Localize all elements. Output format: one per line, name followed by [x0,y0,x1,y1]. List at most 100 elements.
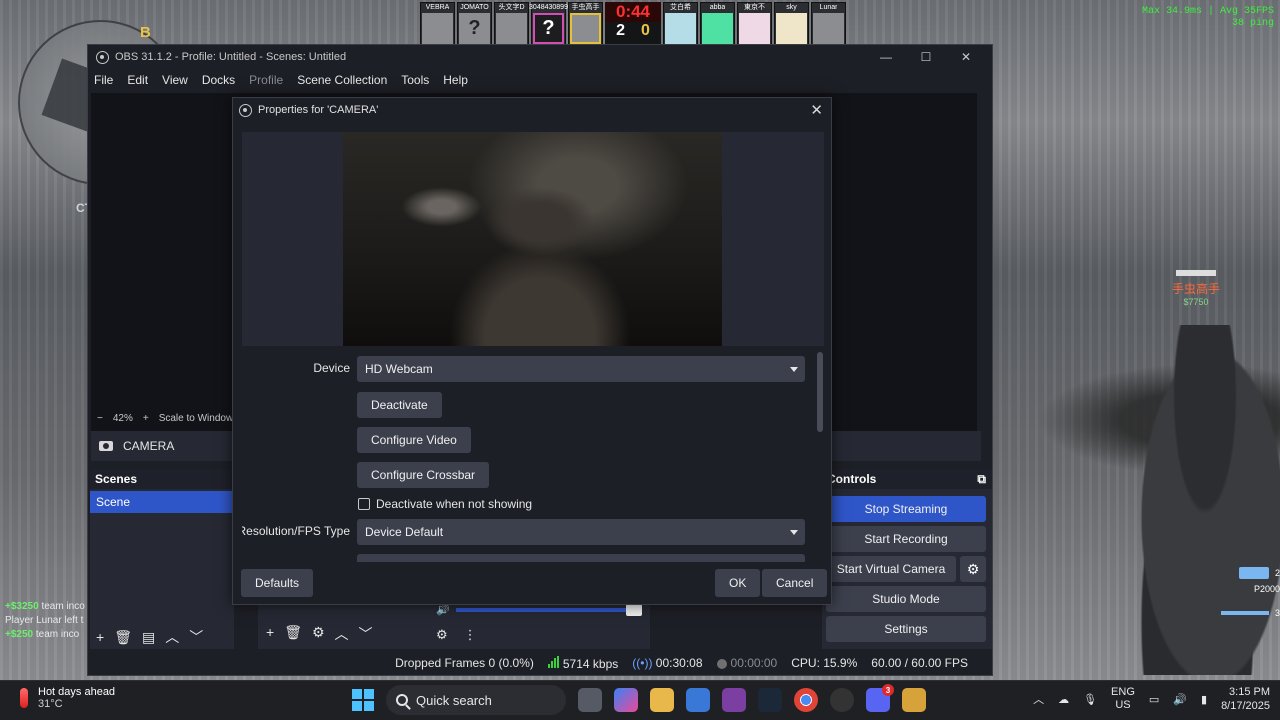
settings-button[interactable]: Settings [826,616,986,642]
undock-icon[interactable]: ⧉ [977,469,986,489]
thermometer-icon [20,688,28,708]
obs-window-title: OBS 31.1.2 - Profile: Untitled - Scenes:… [115,51,347,63]
task-view-icon[interactable] [578,688,602,712]
deactivate-when-hidden-checkbox[interactable]: Deactivate when not showing [358,497,532,511]
cpu-usage: CPU: 15.9% [791,656,858,670]
steam-icon[interactable] [758,688,782,712]
file-explorer-icon[interactable] [650,688,674,712]
chevron-down-icon [783,519,805,545]
microphone-icon[interactable]: 🎙 [1083,693,1097,706]
menu-scene-collection[interactable]: Scene Collection [297,73,387,87]
device-label: Device [313,361,350,375]
menu-docks[interactable]: Docks [202,73,235,87]
move-source-up-icon[interactable]: ︿ [335,624,349,644]
menu-tools[interactable]: Tools [401,73,429,87]
weather-widget[interactable]: Hot days ahead 31°C [20,686,115,710]
add-scene-icon[interactable]: + [96,629,104,645]
zoom-out-button[interactable]: − [97,413,103,424]
hud-player: 3048430899? [529,2,568,46]
language-indicator[interactable]: ENG US [1111,686,1135,712]
cs2-icon[interactable] [902,688,926,712]
source-properties-gear-icon[interactable]: ⚙ [312,624,325,644]
configure-video-button[interactable]: Configure Video [357,427,471,453]
camera-icon [99,441,113,451]
remove-scene-icon[interactable]: 🗑 [114,629,132,646]
controls-dock-title: Controls ⧉ [822,469,992,489]
close-button[interactable]: ✕ [946,47,986,67]
move-down-icon[interactable]: ﹀ [189,627,203,647]
scene-list-item[interactable]: Scene [90,491,234,513]
obs-titlebar[interactable]: OBS 31.1.2 - Profile: Untitled - Scenes:… [88,45,992,69]
stream-icon: ((•)) [632,656,653,670]
volume-icon[interactable]: 🔊 [1173,693,1187,706]
hud-player: sky [774,2,809,46]
virtual-camera-settings-gear-icon[interactable]: ⚙ [960,556,986,582]
studio-mode-button[interactable]: Studio Mode [826,586,986,612]
more-options-icon[interactable]: ⋮ [464,627,477,643]
obs-status-bar: Dropped Frames 0 (0.0%) 5714 kbps ((•)) … [88,651,992,675]
system-tray: ︿ ☁ 🎙 ENG US ▭ 🔊 ▮ 3:15 PM 8/17/2025 [1033,685,1270,713]
zoom-level: 42% [112,412,133,424]
defaults-button[interactable]: Defaults [241,569,314,597]
battery-icon[interactable]: ▮ [1201,693,1207,706]
preview-zoom-bar: − 42% + Scale to Window [91,411,241,425]
start-menu-icon[interactable] [352,689,374,711]
configure-crossbar-button[interactable]: Configure Crossbar [357,462,490,488]
device-select[interactable]: HD Webcam [357,356,805,382]
dialog-close-icon[interactable]: ✕ [810,101,823,119]
chat-feed: +$3250 team inco Player Lunar left t +$2… [5,601,85,640]
knife-icon [1220,611,1269,615]
scale-mode[interactable]: Scale to Window [159,413,233,424]
scenes-dock-title: Scenes [90,469,234,489]
next-property-select[interactable] [357,554,805,562]
menu-view[interactable]: View [162,73,188,87]
minimize-button[interactable]: — [866,47,906,67]
chevron-down-icon [783,356,805,382]
search-icon [396,694,408,706]
remove-source-icon[interactable]: 🗑 [284,624,302,644]
scene-filters-icon[interactable]: ▤ [142,629,155,646]
store-icon[interactable] [686,688,710,712]
record-time: 00:00:00 [716,656,777,670]
menu-help[interactable]: Help [443,73,468,87]
menu-edit[interactable]: Edit [127,73,148,87]
weapon-list: 2 P2000 3 [1200,560,1280,632]
taskbar-search[interactable]: Quick search [386,685,566,715]
cloud-icon[interactable]: ☁ [1058,693,1069,706]
menu-profile[interactable]: Profile [249,73,283,87]
scenes-dock: Scenes Scene + 🗑 ▤ ︿ ﹀ [90,469,234,649]
start-recording-button[interactable]: Start Recording [826,526,986,552]
perf-overlay: Max 34.9ms | Avg 35FPS 38 ping [1141,6,1274,29]
resolution-fps-type-select[interactable]: Device Default [357,519,805,545]
checkbox-box [358,498,370,510]
add-source-icon[interactable]: + [266,624,274,644]
move-source-down-icon[interactable]: ﹀ [359,624,373,644]
maximize-button[interactable]: ☐ [906,47,946,67]
ok-button[interactable]: OK [715,569,761,597]
audio-settings-gear-icon[interactable]: ⚙ [436,627,448,643]
clock[interactable]: 3:15 PM 8/17/2025 [1221,685,1270,713]
obs-logo-icon [96,50,109,64]
hud-player: 東京不 [737,2,772,46]
tray-chevron-icon[interactable]: ︿ [1033,691,1044,707]
obs-icon[interactable] [830,688,854,712]
volume-slider-handle[interactable] [625,603,642,616]
deactivate-button[interactable]: Deactivate [357,392,442,418]
discord-icon[interactable]: 3 [866,684,894,712]
chrome-icon[interactable] [794,688,818,712]
dropped-frames: Dropped Frames 0 (0.0%) [395,656,534,670]
menu-file[interactable]: File [94,73,113,87]
properties-scrollbar[interactable] [817,352,823,432]
app-icon[interactable] [722,688,746,712]
cancel-button[interactable]: Cancel [762,569,828,597]
properties-dialog-titlebar[interactable]: Properties for 'CAMERA' [233,98,831,122]
start-virtual-camera-button[interactable]: Start Virtual Camera [826,556,956,582]
network-icon[interactable]: ▭ [1149,693,1159,706]
volume-slider[interactable] [455,603,642,616]
zoom-in-button[interactable]: + [143,413,149,424]
move-up-icon[interactable]: ︿ [165,627,179,647]
score-ct: 2 [616,22,625,39]
copilot-icon[interactable] [614,688,638,712]
stop-streaming-button[interactable]: Stop Streaming [826,496,986,522]
hud-player: VEBRA [420,2,455,46]
